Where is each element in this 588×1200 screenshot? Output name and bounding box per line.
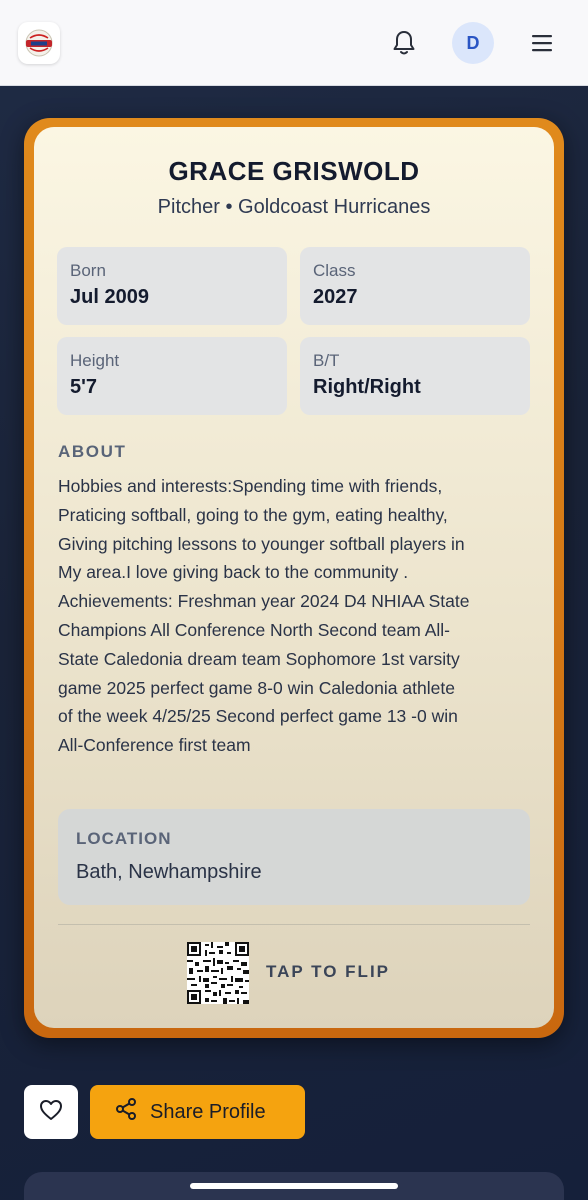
about-line: My area.I love giving back to the commun… (58, 562, 409, 583)
stat-label: Class (313, 261, 356, 280)
qr-code-icon[interactable] (187, 942, 249, 1004)
about-line: Champions All Conference North Second te… (58, 619, 451, 640)
tap-to-flip-label[interactable]: TAP TO FLIP (266, 962, 390, 982)
tryout-logo-icon[interactable] (18, 22, 60, 64)
stat-bats-throws: B/T Right/Right (300, 337, 530, 415)
about-line: Hobbies and interests:Spending time with… (58, 476, 443, 496)
about-line: Giving pitching lessons to younger softb… (58, 533, 465, 554)
home-indicator[interactable] (190, 1183, 398, 1189)
heart-icon (39, 1099, 63, 1126)
about-text: Hobbies and interests:Spending time with… (58, 472, 532, 760)
stat-class: Class 2027 (300, 247, 530, 325)
about-line: Achievements: Freshman year 2024 D4 NHIA… (58, 591, 470, 612)
share-icon (114, 1097, 138, 1127)
location-label: LOCATION (76, 829, 172, 848)
about-line: of the week 4/25/25 Second perfect game … (58, 706, 458, 727)
share-button-label: Share Profile (150, 1100, 266, 1123)
stat-value: 5'7 (70, 376, 98, 398)
location-value: Bath, Newhampshire (76, 861, 262, 883)
stat-label: B/T (313, 351, 340, 370)
stat-label: Born (70, 261, 106, 280)
about-line: Praticing softball, going to the gym, ea… (58, 504, 448, 525)
about-line: All-Conference first team (58, 735, 251, 756)
stat-born: Born Jul 2009 (57, 247, 287, 325)
hamburger-menu-icon[interactable] (528, 30, 556, 56)
share-profile-button[interactable]: Share Profile (90, 1085, 305, 1139)
about-line: State Caledonia dream team Sophomore 1st… (58, 648, 460, 669)
user-avatar[interactable]: D (452, 22, 494, 64)
player-position-team: Pitcher • Goldcoast Hurricanes (157, 196, 431, 218)
stat-value: 2027 (313, 286, 358, 308)
about-line: game 2025 perfect game 8-0 win Caledonia… (58, 677, 455, 698)
player-name: GRACE GRISWOLD (168, 156, 420, 186)
stat-label: Height (70, 351, 120, 370)
stat-value: Right/Right (313, 376, 421, 398)
stat-value: Jul 2009 (70, 286, 149, 308)
stat-height: Height 5'7 (57, 337, 287, 415)
top-navigation-bar: D (0, 0, 588, 86)
favorite-button[interactable] (24, 1085, 78, 1139)
about-heading: ABOUT (58, 442, 127, 461)
bell-icon[interactable] (388, 26, 420, 60)
location-box: LOCATION Bath, Newhampshire (58, 809, 530, 905)
card-divider (58, 924, 530, 925)
